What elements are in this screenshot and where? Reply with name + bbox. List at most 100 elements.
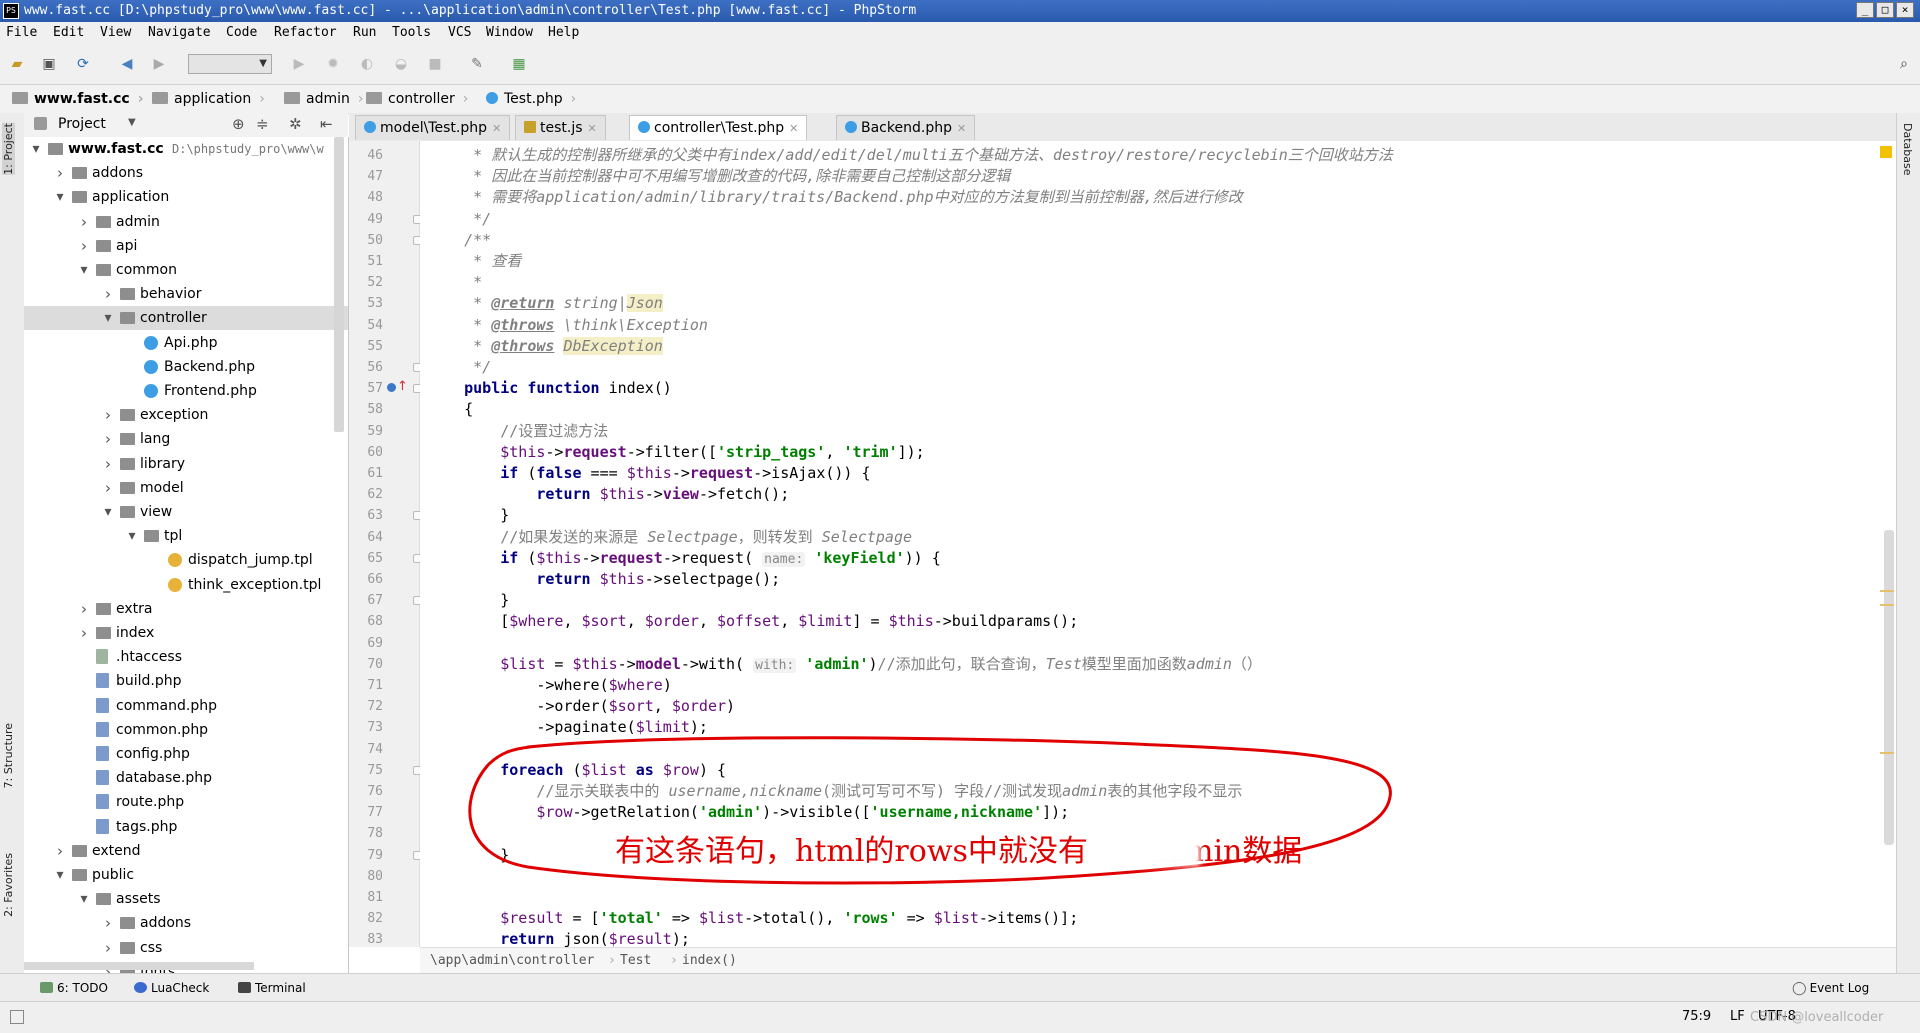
tree-item[interactable]: .htaccess: [24, 645, 348, 669]
code-line[interactable]: ->where($where): [428, 675, 671, 696]
editor-gutter[interactable]: 46 47 48 49 50 51 52 53 54 55 56 57 ↑ 58 59 60 61 62 63 64 6…: [349, 141, 422, 947]
menu-refactor[interactable]: Refactor: [274, 25, 337, 40]
menu-window[interactable]: Window: [486, 25, 533, 40]
collapse-all-icon[interactable]: ≑: [256, 115, 269, 133]
chevron-right-icon[interactable]: ›: [102, 911, 114, 935]
chevron-down-icon[interactable]: ▾: [102, 306, 114, 330]
tree-item[interactable]: route.php: [24, 790, 348, 814]
code-line[interactable]: $list = $this->model->with( with: 'admin…: [428, 654, 1262, 675]
search-everywhere-icon[interactable]: ⌕: [1895, 55, 1913, 73]
tree-item[interactable]: build.php: [24, 669, 348, 693]
chevron-down-icon[interactable]: ▾: [54, 185, 66, 209]
chevron-down-icon[interactable]: ▾: [78, 258, 90, 282]
save-icon[interactable]: ▣: [40, 55, 58, 73]
locate-icon[interactable]: ⊕: [232, 115, 245, 133]
chevron-right-icon[interactable]: ›: [102, 936, 114, 960]
project-structure-icon[interactable]: ▦: [510, 55, 528, 73]
override-marker-icon[interactable]: [387, 383, 396, 392]
code-line[interactable]: $this->request->filter(['strip_tags', 't…: [428, 442, 924, 463]
tree-item[interactable]: config.php: [24, 742, 348, 766]
chevron-right-icon[interactable]: ›: [54, 839, 66, 863]
line-separator[interactable]: LF: [1730, 1009, 1745, 1024]
tool-tab-project[interactable]: 1: Project: [2, 123, 15, 175]
scroll-marker[interactable]: [1880, 604, 1894, 606]
tab-test-js[interactable]: test.js ✕: [515, 115, 606, 140]
sync-icon[interactable]: ⟳: [74, 55, 92, 73]
code-line[interactable]: */: [428, 209, 491, 230]
tree-item[interactable]: tags.php: [24, 815, 348, 839]
close-icon[interactable]: ✕: [957, 122, 966, 135]
minimize-button[interactable]: _: [1856, 2, 1874, 18]
crumb-file[interactable]: Test.php ›: [486, 91, 576, 107]
code-line[interactable]: ->paginate($limit);: [428, 717, 708, 738]
tree-item[interactable]: common.php: [24, 718, 348, 742]
tree-item[interactable]: ▾ common: [24, 258, 348, 282]
close-icon[interactable]: ✕: [492, 122, 501, 135]
project-view-label[interactable]: Project: [58, 116, 106, 132]
tree-item[interactable]: Api.php: [24, 331, 348, 355]
chevron-right-icon[interactable]: ›: [102, 452, 114, 476]
forward-icon[interactable]: ▶: [150, 55, 168, 73]
code-line[interactable]: }: [428, 590, 509, 611]
crumb-controller[interactable]: controller ›: [366, 91, 468, 107]
debug-icon[interactable]: ✹: [324, 55, 342, 73]
chevron-down-icon[interactable]: ▾: [102, 500, 114, 524]
tree-item[interactable]: Backend.php: [24, 355, 348, 379]
editor-crumb-method[interactable]: index(): [682, 953, 737, 968]
run-icon[interactable]: ▶: [290, 55, 308, 73]
gear-icon[interactable]: ✲: [289, 115, 302, 133]
code-line[interactable]: public function index(): [428, 378, 672, 399]
menu-view[interactable]: View: [100, 25, 131, 40]
chevron-down-icon[interactable]: ▾: [78, 887, 90, 911]
code-line[interactable]: }: [428, 505, 509, 526]
close-icon[interactable]: ✕: [789, 122, 798, 135]
caret-position[interactable]: 75:9: [1682, 1009, 1711, 1024]
chevron-right-icon[interactable]: ›: [102, 282, 114, 306]
close-icon[interactable]: ✕: [588, 122, 597, 135]
tree-item[interactable]: ▾ tpl: [24, 524, 348, 548]
chevron-right-icon[interactable]: ›: [78, 597, 90, 621]
open-folder-icon[interactable]: ▰: [8, 55, 26, 73]
tree-item[interactable]: › extra: [24, 597, 348, 621]
tree-horizontal-scrollbar[interactable]: [24, 962, 254, 970]
chevron-down-icon[interactable]: ▾: [30, 137, 42, 161]
code-line[interactable]: * 默认生成的控制器所继承的父类中有index/add/edit/del/mul…: [428, 145, 1393, 166]
code-line[interactable]: [$where, $sort, $order, $offset, $limit]…: [428, 611, 1078, 632]
crumb-admin[interactable]: admin ›: [284, 91, 363, 107]
tab-backend[interactable]: Backend.php ✕: [836, 115, 976, 140]
tree-item[interactable]: › library: [24, 452, 348, 476]
code-line[interactable]: * @throws DbException: [428, 336, 663, 357]
code-line[interactable]: ->order($sort, $order): [428, 696, 735, 717]
todo-tab[interactable]: 6: TODO: [40, 981, 108, 995]
tree-item[interactable]: › addons: [24, 911, 348, 935]
editor-crumb-namespace[interactable]: \app\admin\controller: [430, 953, 594, 968]
code-line[interactable]: * 查看: [428, 251, 521, 272]
tree-item[interactable]: › lang: [24, 427, 348, 451]
tool-tab-structure[interactable]: 7: Structure: [2, 723, 15, 788]
tree-item[interactable]: › addons: [24, 161, 348, 185]
tool-tab-favorites[interactable]: 2: Favorites: [2, 853, 15, 917]
tree-item[interactable]: › extend: [24, 839, 348, 863]
menu-navigate[interactable]: Navigate: [148, 25, 211, 40]
chevron-down-icon[interactable]: ▼: [128, 117, 136, 128]
chevron-down-icon[interactable]: ▾: [54, 863, 66, 887]
tree-item[interactable]: ▾ controller: [24, 306, 348, 330]
crumb-project[interactable]: www.fast.cc ›: [12, 91, 143, 107]
maximize-button[interactable]: □: [1876, 2, 1894, 18]
tool-tab-database[interactable]: Database: [1901, 123, 1914, 176]
coverage-icon[interactable]: ◐: [358, 55, 376, 73]
tree-item[interactable]: › css: [24, 936, 348, 960]
chevron-right-icon[interactable]: ›: [78, 234, 90, 258]
code-line[interactable]: {: [428, 399, 473, 420]
code-line[interactable]: //设置过滤方法: [428, 421, 608, 442]
scroll-marker[interactable]: [1880, 590, 1894, 592]
hide-panel-icon[interactable]: ⇤: [320, 115, 333, 133]
tree-item[interactable]: Frontend.php: [24, 379, 348, 403]
chevron-right-icon[interactable]: ›: [102, 427, 114, 451]
code-line[interactable]: return json($result);: [428, 929, 690, 947]
code-line[interactable]: /**: [428, 230, 491, 251]
code-line[interactable]: * 因此在当前控制器中可不用编写增删改查的代码,除非需要自己控制这部分逻辑: [428, 166, 1010, 187]
chevron-right-icon[interactable]: ›: [102, 476, 114, 500]
crumb-application[interactable]: application ›: [152, 91, 265, 107]
editor-scrollbar[interactable]: [1884, 530, 1894, 845]
